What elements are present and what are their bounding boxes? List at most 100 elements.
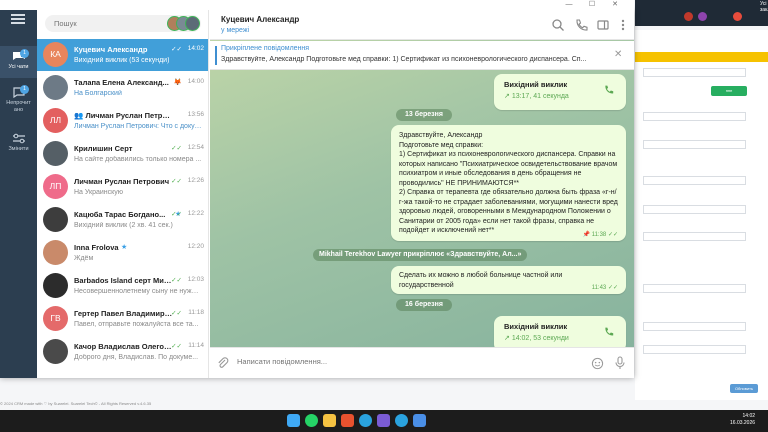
chat-preview: На сайте добавились только номера ... xyxy=(74,156,202,163)
chat-preview: Личман Руслан Петрович: Что с докум... xyxy=(74,123,202,130)
folder-badge: 1 xyxy=(20,49,29,58)
phone-icon[interactable] xyxy=(574,18,588,32)
windows-start-icon[interactable] xyxy=(287,414,300,427)
chat-item[interactable]: Кацюба Тарас Богдано... ★ ✓✓ 12:22 Вихід… xyxy=(37,204,208,236)
chat-preview: На Болгарский xyxy=(74,90,122,97)
app-icon[interactable] xyxy=(377,414,390,427)
pinned-text: Здравствуйте, Александр Подготовьте мед … xyxy=(221,56,587,63)
chat-name: Barbados Island серт Мир... xyxy=(74,276,174,285)
crm-field[interactable] xyxy=(643,284,746,293)
more-vertical-icon[interactable] xyxy=(616,18,630,32)
chat-item[interactable]: ЛП Личман Руслан Петрович ✓✓ 12:26 На Ук… xyxy=(37,171,208,203)
emoji-icon[interactable] xyxy=(591,357,604,370)
attach-icon[interactable] xyxy=(217,357,229,370)
chat-item[interactable]: ГВ Гертер Павел Владимиро... ✓✓ 11:18 Па… xyxy=(37,303,208,335)
maximize-icon[interactable]: ☐ xyxy=(583,0,601,10)
story-avatar[interactable] xyxy=(185,16,200,31)
folder-all-chats[interactable]: 1 Усі чати xyxy=(0,46,37,78)
read-ticks-icon: ✓✓ xyxy=(607,285,618,291)
app-icon[interactable] xyxy=(413,414,426,427)
chat-item[interactable]: Barbados Island серт Мир... ✓✓ 12:03 Нес… xyxy=(37,270,208,302)
premium-star-icon: ★ xyxy=(121,244,128,251)
search-box[interactable] xyxy=(45,15,201,32)
folder-unread[interactable]: 1 Непрочит ано xyxy=(0,82,37,122)
file-explorer-icon[interactable] xyxy=(323,414,336,427)
browser-toolbar xyxy=(635,0,768,26)
avatar: ЛЛ xyxy=(43,108,68,133)
crm-field[interactable] xyxy=(643,322,746,331)
crm-field[interactable] xyxy=(643,112,746,121)
clock-date: 16.03.2026 xyxy=(730,420,756,426)
extension-icon[interactable] xyxy=(684,12,693,21)
extension-icon[interactable] xyxy=(698,12,707,21)
service-message: Mikhail Terekhov Lawyer прикріплює «Здра… xyxy=(313,249,528,261)
telegram-icon[interactable] xyxy=(395,414,408,427)
message-text: Здравствуйте, Александр Подготовьте мед … xyxy=(399,132,618,234)
date-separator: 13 березня xyxy=(396,109,452,121)
telegram-window: 1 Усі чати 1 Непрочит ано Змінити КА Куц… xyxy=(0,10,634,378)
message[interactable]: Сделать их можно в любой больнице частно… xyxy=(391,266,626,294)
search-icon[interactable] xyxy=(551,18,565,32)
chat-name: Гертер Павел Владимиро... xyxy=(74,309,174,318)
crm-green-button[interactable]: нпп xyxy=(711,86,747,96)
read-ticks-icon: ✓✓ xyxy=(171,211,182,218)
whatsapp-icon[interactable] xyxy=(305,414,318,427)
message[interactable]: Здравствуйте, Александр Подготовьте мед … xyxy=(391,125,626,241)
chat-preview: Вихідний виклик (2 хв. 41 сек.) xyxy=(74,222,173,229)
telegram-icon[interactable] xyxy=(359,414,372,427)
chat-item[interactable]: ЛЛ 👥 Личман Руслан Петрович... 13:56 Лич… xyxy=(37,105,208,137)
close-window-icon[interactable]: ✕ xyxy=(606,0,624,10)
search-input[interactable] xyxy=(54,19,164,28)
crm-field[interactable] xyxy=(643,140,746,149)
chat-preview: На Украинскую xyxy=(74,189,124,196)
folders-sidebar: 1 Усі чати 1 Непрочит ано Змінити xyxy=(0,10,37,378)
chat-item[interactable]: КА Куцевич Александр ✓✓ 14:02 Вихідний в… xyxy=(37,39,208,71)
read-ticks-icon: ✓✓ xyxy=(171,46,182,53)
taskbar: 14:02 16.03.2026 xyxy=(0,410,768,432)
bookmarks-label[interactable]: Усі закладки xyxy=(760,1,768,13)
avatar xyxy=(43,207,68,232)
notification-icon[interactable] xyxy=(733,12,742,21)
group-icon: 👥 xyxy=(74,111,86,120)
menu-icon[interactable] xyxy=(11,14,25,24)
chat-item[interactable]: Талапа Елена Александ... 🦊 14:00 На Болг… xyxy=(37,72,208,104)
phone-icon[interactable] xyxy=(603,326,614,337)
crm-field[interactable] xyxy=(643,345,746,354)
chat-preview: Ждём xyxy=(74,255,94,262)
chat-preview: Несовершеннолетнему сыну не нужно ... xyxy=(74,288,202,295)
phone-icon[interactable] xyxy=(603,84,614,95)
crm-field[interactable] xyxy=(643,232,746,241)
minimize-icon[interactable]: — xyxy=(560,0,578,10)
read-ticks-icon: ✓✓ xyxy=(171,310,182,317)
avatar xyxy=(43,75,68,100)
chat-item[interactable]: Inna Frolova ★ 12:20 Ждём xyxy=(37,237,208,269)
chat-item[interactable]: Качор Владислав Олегов... ✓✓ 11:14 Добро… xyxy=(37,336,208,368)
brave-browser-icon[interactable] xyxy=(341,414,354,427)
pin-icon: 📌 xyxy=(582,232,592,238)
chat-name: Крилишин Серт xyxy=(74,144,133,153)
system-clock[interactable]: 14:02 16.03.2026 xyxy=(730,413,755,427)
crm-field[interactable] xyxy=(643,176,746,185)
call-details: 14:02, 53 секунди xyxy=(511,335,569,342)
chat-title[interactable]: Куцевич Александр xyxy=(221,15,299,24)
close-icon[interactable]: ✕ xyxy=(614,49,622,60)
emoji-icon: 🦊 xyxy=(173,79,182,86)
call-message[interactable]: Вихідний виклик ↗ 13:17, 41 секунда xyxy=(494,74,626,110)
chat-time: 12:54 xyxy=(187,144,204,151)
chat-item[interactable]: Крилишин Серт ✓✓ 12:54 На сайте добавили… xyxy=(37,138,208,170)
folder-edit[interactable]: Змінити xyxy=(0,128,37,160)
chat-view: Куцевич Александр у мережі Прикріплене п… xyxy=(210,10,634,378)
read-ticks-icon: ✓✓ xyxy=(171,277,182,284)
stories-avatars[interactable] xyxy=(167,16,201,31)
microphone-icon[interactable] xyxy=(614,356,626,370)
date-separator: 16 березня xyxy=(396,299,452,311)
message-input[interactable] xyxy=(237,357,567,366)
crm-save-button[interactable]: Обновить xyxy=(730,384,758,393)
crm-field[interactable] xyxy=(643,68,746,77)
pinned-message[interactable]: Прикріплене повідомлення Здравствуйте, А… xyxy=(210,41,634,70)
call-title: Вихідний виклик xyxy=(504,322,568,331)
crm-field[interactable] xyxy=(643,205,746,214)
chat-list: КА Куцевич Александр ✓✓ 14:02 Вихідний в… xyxy=(37,10,209,378)
sliders-icon xyxy=(12,133,25,144)
sidebar-toggle-icon[interactable] xyxy=(596,18,610,32)
